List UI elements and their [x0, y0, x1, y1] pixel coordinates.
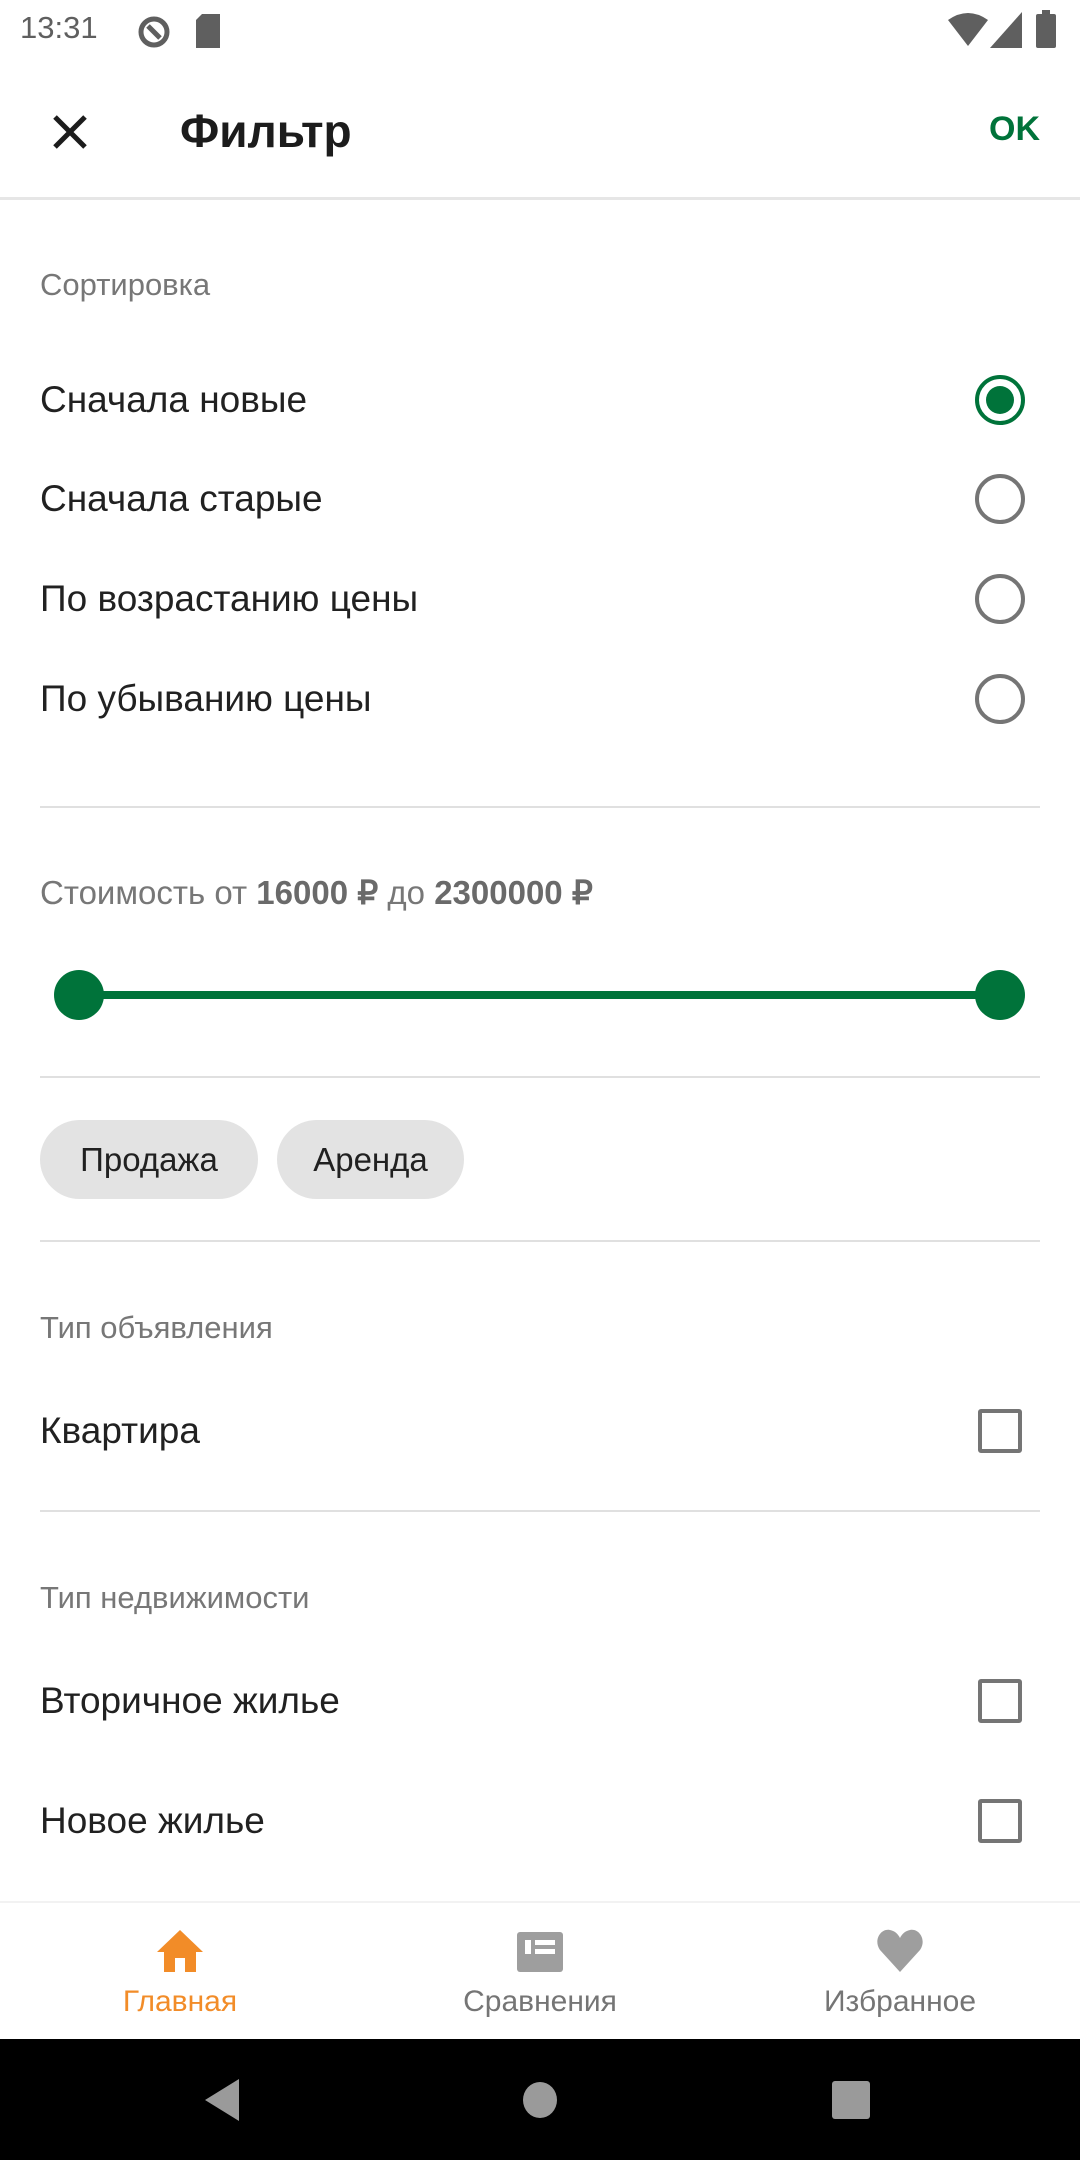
property-type-label: Тип недвижимости: [40, 1580, 310, 1615]
divider: [40, 806, 1040, 808]
data-saver-icon: [138, 16, 170, 48]
chip-rent[interactable]: Аренда: [277, 1120, 464, 1199]
sort-option-newest[interactable]: Сначала новые: [0, 355, 1080, 445]
option-label: Квартира: [40, 1410, 200, 1451]
radio-selected[interactable]: [975, 375, 1025, 425]
radio[interactable]: [975, 674, 1025, 724]
radio[interactable]: [975, 474, 1025, 524]
recents-icon[interactable]: [832, 2081, 870, 2119]
home-circle-icon[interactable]: [522, 2081, 558, 2119]
app-bar: Фильтр OK: [0, 66, 1080, 200]
system-navigation-bar: [0, 2039, 1080, 2160]
sort-option-oldest[interactable]: Сначала старые: [0, 454, 1080, 544]
bottom-navigation: Главная Сравнения Избранное: [0, 1901, 1080, 2039]
wifi-icon: [948, 13, 988, 46]
radio[interactable]: [975, 574, 1025, 624]
nav-label: Сравнения: [463, 1985, 617, 2018]
nav-label: Главная: [122, 1985, 238, 2018]
status-time: 13:31: [20, 10, 98, 45]
compare-icon: [517, 1932, 563, 1972]
heart-icon: [877, 1929, 923, 1972]
option-label: По возрастанию цены: [40, 578, 419, 619]
property-secondary[interactable]: Вторичное жилье: [0, 1656, 1080, 1746]
divider: [40, 1076, 1040, 1078]
price-range-label: Стоимость от 16000 ₽ до 2300000 ₽: [40, 873, 593, 912]
price-prefix: Стоимость от: [40, 874, 248, 911]
ad-type-apartment[interactable]: Квартира: [0, 1386, 1080, 1476]
nav-compare[interactable]: Сравнения: [360, 1903, 720, 2041]
price-slider-track[interactable]: [79, 991, 1000, 999]
option-label: Сначала старые: [40, 478, 323, 519]
price-slider-min-thumb[interactable]: [54, 970, 104, 1020]
signal-icon: [990, 12, 1022, 48]
divider: [40, 1240, 1040, 1242]
ad-type-label: Тип объявления: [40, 1310, 273, 1345]
home-icon: [157, 1930, 203, 1972]
option-label: Сначала новые: [40, 379, 308, 420]
chip-sale[interactable]: Продажа: [40, 1120, 258, 1199]
option-label: Вторичное жилье: [40, 1680, 340, 1721]
sort-option-price-asc[interactable]: По возрастанию цены: [0, 554, 1080, 644]
status-bar: 13:31: [0, 0, 1080, 66]
close-icon[interactable]: [50, 112, 90, 152]
nav-label: Избранное: [823, 1985, 977, 2018]
ok-button[interactable]: OK: [989, 110, 1040, 149]
price-to: до: [387, 874, 426, 911]
divider: [40, 1510, 1040, 1512]
price-max: 2300000 ₽: [434, 874, 593, 911]
sd-card-icon: [196, 14, 220, 48]
option-label: По убыванию цены: [40, 678, 372, 719]
back-icon[interactable]: [205, 2079, 241, 2121]
checkbox[interactable]: [978, 1799, 1022, 1843]
page-title: Фильтр: [180, 105, 352, 157]
option-label: Новое жилье: [40, 1800, 265, 1841]
price-min: 16000 ₽: [256, 874, 379, 911]
checkbox[interactable]: [978, 1679, 1022, 1723]
price-slider-max-thumb[interactable]: [975, 970, 1025, 1020]
battery-icon: [1036, 10, 1056, 48]
property-new[interactable]: Новое жилье: [0, 1776, 1080, 1866]
nav-favorites[interactable]: Избранное: [720, 1903, 1080, 2041]
checkbox[interactable]: [978, 1409, 1022, 1453]
sort-option-price-desc[interactable]: По убыванию цены: [0, 654, 1080, 744]
sort-section-label: Сортировка: [40, 267, 211, 302]
nav-home[interactable]: Главная: [0, 1903, 360, 2041]
